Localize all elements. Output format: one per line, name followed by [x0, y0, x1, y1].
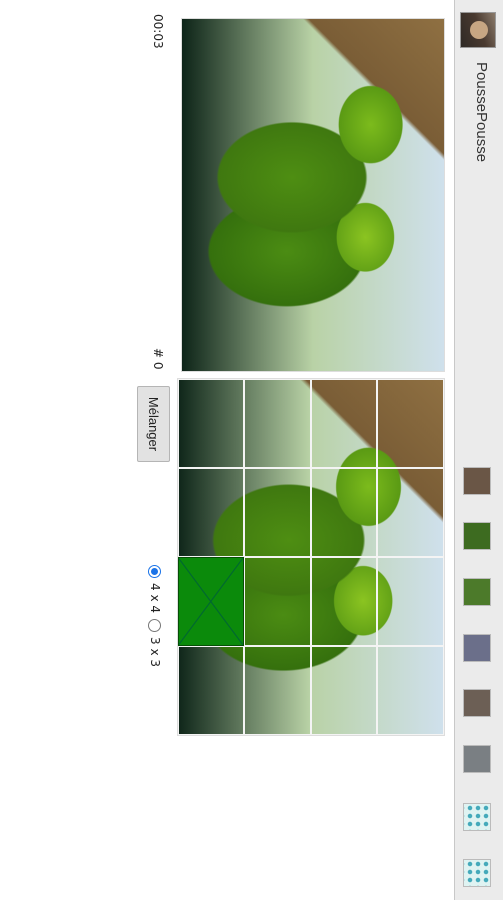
image-thumbnail-4[interactable]: [463, 634, 491, 662]
tile-image-fragment: [244, 468, 311, 557]
puzzle-grid: [177, 378, 445, 736]
puzzle-tile[interactable]: [311, 379, 378, 468]
puzzle-tile[interactable]: [377, 379, 444, 468]
tile-image-fragment: [311, 468, 378, 557]
image-thumbnail-1[interactable]: [463, 467, 491, 495]
tile-image-fragment: [178, 468, 245, 557]
puzzle-tile[interactable]: [377, 557, 444, 646]
tile-image-fragment: [244, 557, 311, 646]
puzzle-tile[interactable]: [244, 379, 311, 468]
tile-image-fragment: [311, 557, 378, 646]
puzzle-tile[interactable]: [244, 468, 311, 557]
reference-image: [181, 18, 445, 372]
puzzle-tile[interactable]: [377, 646, 444, 735]
shuffle-button[interactable]: Mélanger: [137, 386, 170, 462]
empty-tile[interactable]: [178, 557, 245, 646]
puzzle-tile[interactable]: [377, 468, 444, 557]
size-option-label: 4 x 4: [148, 583, 162, 613]
image-thumbnail-3[interactable]: [463, 578, 491, 606]
tile-image-fragment: [377, 557, 443, 646]
tile-image-fragment: [377, 646, 443, 735]
parrots-picture: [182, 19, 444, 371]
tile-image-fragment: [244, 380, 311, 468]
app-logo-icon: [460, 12, 496, 48]
app-root: PoussePousse 00:03 # 0 Mélanger 4 x 4 3 …: [0, 0, 503, 900]
pattern-thumbnail-1[interactable]: [463, 803, 491, 831]
size-option-4x4[interactable]: 4 x 4: [148, 565, 162, 613]
puzzle-tile[interactable]: [311, 557, 378, 646]
radio-4x4[interactable]: [148, 565, 162, 578]
timer: 00:03: [151, 14, 165, 49]
size-option-3x3[interactable]: 3 x 3: [148, 619, 162, 667]
puzzle-tile[interactable]: [178, 379, 245, 468]
image-thumbnail-6[interactable]: [463, 745, 491, 773]
puzzle-tile[interactable]: [311, 468, 378, 557]
puzzle-tile[interactable]: [178, 468, 245, 557]
puzzle-tile[interactable]: [244, 646, 311, 735]
tile-image-fragment: [178, 646, 245, 735]
toolbar: PoussePousse: [454, 0, 503, 900]
tile-image-fragment: [178, 380, 245, 468]
puzzle-tile[interactable]: [244, 557, 311, 646]
tile-image-fragment: [311, 380, 378, 468]
app-title: PoussePousse: [473, 62, 490, 163]
tile-image-fragment: [377, 468, 443, 557]
radio-3x3[interactable]: [148, 619, 162, 632]
size-option-label: 3 x 3: [148, 637, 162, 667]
tile-image-fragment: [244, 646, 311, 735]
move-counter: # 0: [151, 348, 165, 370]
image-thumbnail-5[interactable]: [463, 689, 491, 717]
puzzle-tile[interactable]: [311, 646, 378, 735]
tile-image-fragment: [311, 646, 378, 735]
image-thumbnail-2[interactable]: [463, 522, 491, 550]
cross-icon: [179, 558, 244, 645]
pattern-thumbnail-2[interactable]: [463, 859, 491, 887]
puzzle-tile[interactable]: [178, 646, 245, 735]
tile-image-fragment: [377, 380, 443, 468]
